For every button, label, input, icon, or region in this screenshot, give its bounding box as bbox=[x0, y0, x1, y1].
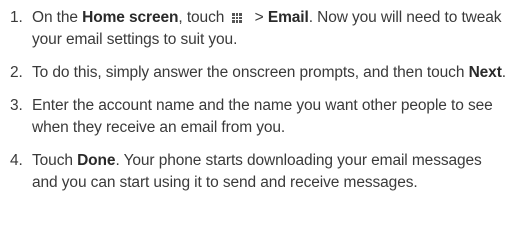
home-screen-label: Home screen bbox=[82, 9, 179, 26]
step-number: 4. bbox=[10, 152, 23, 169]
step-2: 2. To do this, simply answer the onscree… bbox=[10, 62, 510, 84]
step-number: 3. bbox=[10, 97, 23, 114]
step-text: On the bbox=[32, 9, 83, 26]
step-text: To do this, simply answer the onscreen p… bbox=[32, 64, 469, 81]
step-number: 2. bbox=[10, 64, 23, 81]
step-text: > bbox=[250, 9, 268, 26]
done-label: Done bbox=[77, 152, 116, 169]
app-grid-icon bbox=[232, 13, 243, 23]
email-setup-steps: 1. On the Home screen, touch > Email. No… bbox=[10, 7, 510, 205]
step-text: . bbox=[501, 64, 506, 81]
step-1: 1. On the Home screen, touch > Email. No… bbox=[10, 7, 510, 51]
step-text: , touch bbox=[178, 9, 229, 26]
step-text: Enter the account name and the name you … bbox=[32, 97, 493, 136]
step-text: Touch bbox=[32, 152, 78, 169]
step-number: 1. bbox=[10, 9, 23, 26]
instructions-page: 1. On the Home screen, touch > Email. No… bbox=[0, 0, 515, 244]
step-4: 4. Touch Done. Your phone starts downloa… bbox=[10, 150, 510, 194]
next-label: Next bbox=[468, 64, 502, 81]
step-3: 3. Enter the account name and the name y… bbox=[10, 95, 510, 139]
email-label: Email bbox=[267, 9, 309, 26]
